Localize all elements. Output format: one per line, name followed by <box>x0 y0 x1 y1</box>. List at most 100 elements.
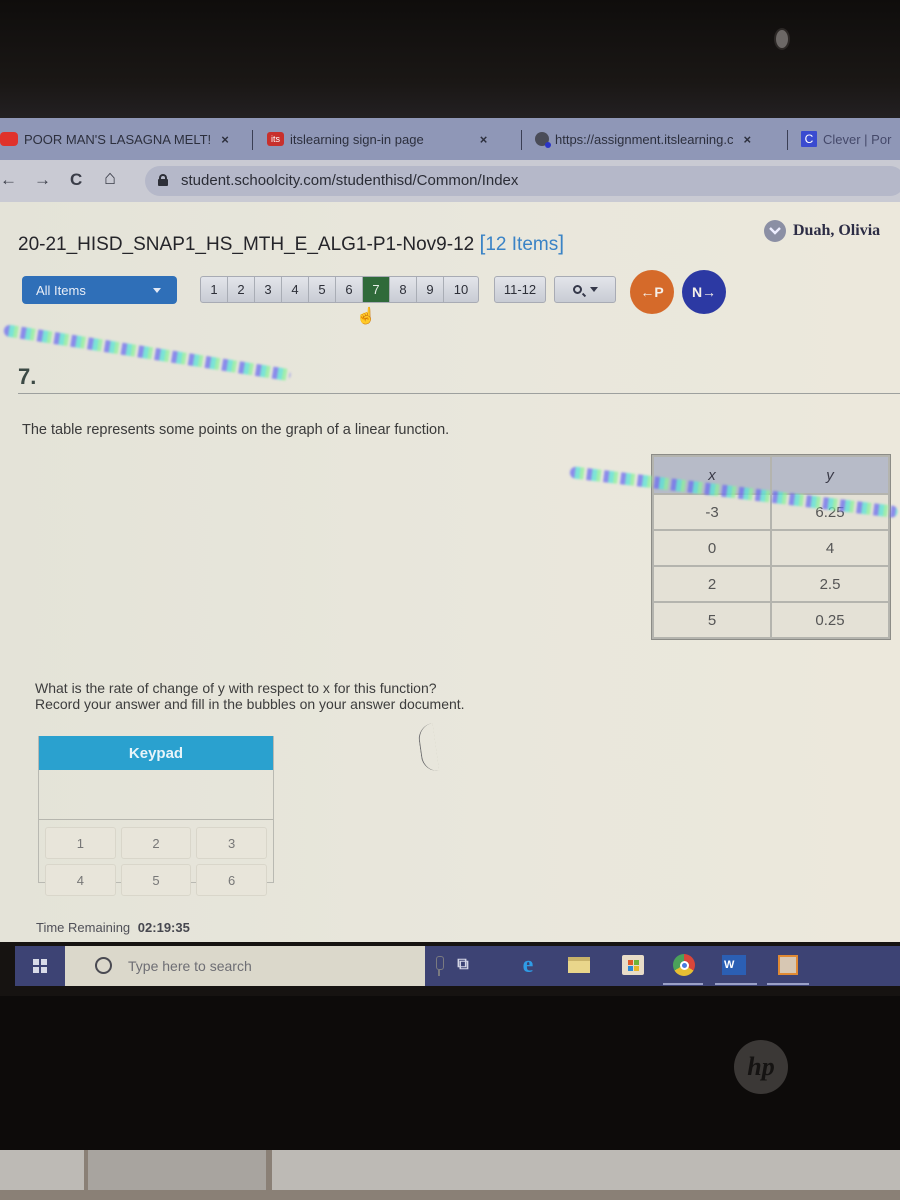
page-button-3[interactable]: 3 <box>255 277 282 302</box>
windows-icon <box>33 959 47 973</box>
key-2[interactable]: 2 <box>120 827 192 859</box>
tab-label: itslearning sign-in page <box>290 131 424 147</box>
key-1[interactable]: 1 <box>45 827 116 859</box>
tab-label: Clever | Por <box>823 131 892 147</box>
question-line-2: Record your answer and fill in the bubbl… <box>35 696 465 712</box>
hand-cursor-icon: ☝ <box>356 308 376 325</box>
question-text: What is the rate of change of y with res… <box>35 680 465 712</box>
previous-button[interactable]: ←P <box>630 270 674 314</box>
taskbar-search-box[interactable]: Type here to search <box>65 946 444 986</box>
cell-y: 4 <box>772 531 888 565</box>
caret-down-icon <box>589 287 598 292</box>
page-button-4[interactable]: 4 <box>282 277 309 302</box>
chevron-down-icon <box>764 220 786 242</box>
page-button-9[interactable]: 9 <box>417 277 444 302</box>
close-tab-icon[interactable]: × <box>480 132 488 147</box>
cell-x: 5 <box>654 603 770 637</box>
page-button-8[interactable]: 8 <box>390 277 417 302</box>
hinge <box>0 1150 84 1190</box>
youtube-icon <box>0 132 18 146</box>
hinge <box>88 1150 266 1190</box>
page-group-button[interactable]: 11-12 <box>494 276 546 303</box>
media-player-icon[interactable] <box>775 952 801 978</box>
items-filter-label: All Items <box>36 282 86 298</box>
user-name: Duah, Olivia <box>793 222 881 239</box>
tab-itslearning[interactable]: its itslearning sign-in page × <box>267 128 487 150</box>
hinge <box>272 1150 900 1190</box>
close-tab-icon[interactable]: × <box>743 132 751 147</box>
cell-y: 2.5 <box>772 567 888 601</box>
microphone-icon[interactable] <box>433 956 445 976</box>
edge-icon[interactable]: e <box>515 952 541 978</box>
key-4[interactable]: 4 <box>45 864 116 896</box>
keypad-title: Keypad <box>39 736 273 770</box>
question-prompt: The table represents some points on the … <box>22 422 450 438</box>
table-row: 2 2.5 <box>654 567 888 601</box>
forward-button[interactable]: → <box>34 170 51 190</box>
page-button-2[interactable]: 2 <box>228 277 255 302</box>
test-title: 20-21_HISD_SNAP1_HS_MTH_E_ALG1-P1-Nov9-1… <box>18 232 565 255</box>
close-tab-icon[interactable]: × <box>221 132 229 147</box>
items-filter-dropdown[interactable]: All Items <box>22 276 177 304</box>
tab-label: https://assignment.itslearning.c <box>555 131 734 147</box>
time-remaining: Time Remaining 02:19:35 <box>36 920 190 935</box>
clever-icon: C <box>801 131 817 147</box>
cell-x: 0 <box>654 531 770 565</box>
keypad-keys: 1 2 3 4 5 6 <box>39 820 273 896</box>
screen-glare <box>3 324 292 382</box>
key-6[interactable]: 6 <box>196 864 267 896</box>
page-button-7-active[interactable]: 7 <box>363 277 390 302</box>
back-button[interactable]: ← <box>0 170 17 190</box>
address-bar[interactable]: student.schoolcity.com/studenthisd/Commo… <box>145 166 900 196</box>
search-dropdown-button[interactable] <box>554 276 616 303</box>
tab-assignment[interactable]: https://assignment.itslearning.c × <box>535 128 751 150</box>
test-name: 20-21_HISD_SNAP1_HS_MTH_E_ALG1-P1-Nov9-1… <box>18 234 480 255</box>
page-button-6[interactable]: 6 <box>336 277 363 302</box>
active-app-indicator <box>715 983 757 985</box>
lock-icon <box>158 174 168 186</box>
laptop-screen: POOR MAN'S LASAGNA MELT! × its itslearni… <box>0 118 900 996</box>
divider <box>18 393 900 394</box>
next-button[interactable]: N→ <box>682 270 726 314</box>
search-placeholder: Type here to search <box>128 958 252 974</box>
active-app-indicator <box>663 983 703 985</box>
chrome-icon[interactable] <box>671 952 697 978</box>
itslearning-icon: its <box>267 132 284 146</box>
timer-label: Time Remaining <box>36 920 131 935</box>
timer-value: 02:19:35 <box>137 920 190 935</box>
tab-clever[interactable]: C Clever | Por <box>801 128 891 150</box>
task-view-icon[interactable]: ⧉ <box>450 952 476 978</box>
hp-logo: hp <box>734 1040 788 1094</box>
home-button[interactable]: ⌂ <box>104 167 116 190</box>
user-menu[interactable]: Duah, Olivia <box>764 220 880 242</box>
page-button-10[interactable]: 10 <box>444 277 478 302</box>
webcam <box>776 30 788 48</box>
word-icon[interactable]: W <box>721 952 747 978</box>
column-header-y: y <box>772 457 888 493</box>
page-button-5[interactable]: 5 <box>309 277 336 302</box>
keypad-answer-display[interactable] <box>39 770 273 820</box>
active-app-indicator <box>767 983 809 985</box>
question-pager: 1 2 3 4 5 6 7 8 9 10 <box>200 276 479 303</box>
page-button-1[interactable]: 1 <box>201 277 228 302</box>
key-5[interactable]: 5 <box>120 864 192 896</box>
key-3[interactable]: 3 <box>196 827 267 859</box>
tab-divider <box>521 130 522 150</box>
tab-lasagna[interactable]: POOR MAN'S LASAGNA MELT! × <box>0 128 229 150</box>
cortana-icon <box>95 957 112 974</box>
smudge-mark <box>416 723 440 773</box>
table-row: 5 0.25 <box>654 603 888 637</box>
tab-divider <box>252 130 253 150</box>
url-text[interactable]: student.schoolcity.com/studenthisd/Commo… <box>181 172 518 189</box>
start-button[interactable] <box>15 946 65 986</box>
search-icon <box>572 285 582 294</box>
reload-button[interactable]: C <box>70 170 82 190</box>
globe-icon <box>535 132 551 148</box>
store-icon[interactable] <box>620 952 646 978</box>
file-explorer-icon[interactable] <box>566 952 592 978</box>
items-count: 12 Items <box>485 234 559 255</box>
test-page: 20-21_HISD_SNAP1_HS_MTH_E_ALG1-P1-Nov9-1… <box>0 202 900 942</box>
cell-x: 2 <box>654 567 770 601</box>
laptop-bezel-top <box>0 0 900 118</box>
browser-tab-strip: POOR MAN'S LASAGNA MELT! × its itslearni… <box>0 118 900 160</box>
